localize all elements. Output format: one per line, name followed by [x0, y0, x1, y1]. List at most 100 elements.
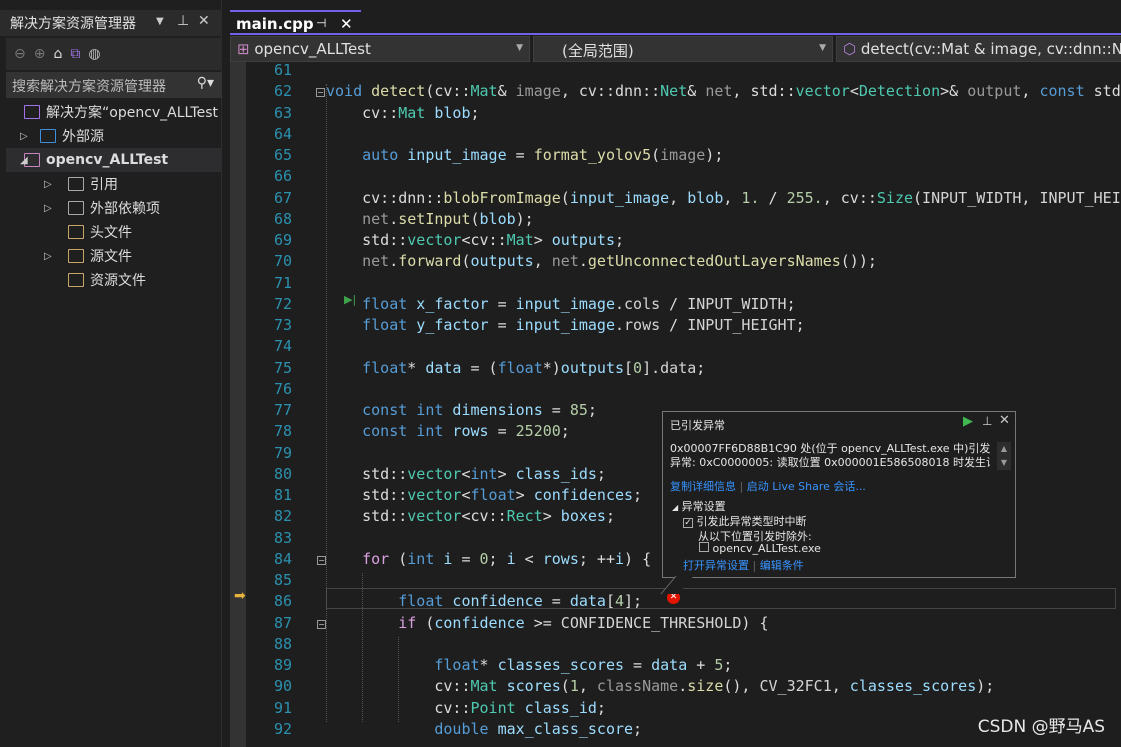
break-when-thrown-checkbox[interactable]: ✓ 引发此异常类型时中断 — [683, 513, 807, 529]
code-line[interactable]: std::vector<cv::Rect> boxes; — [362, 507, 615, 525]
code-line[interactable]: std::vector<cv::Mat> outputs; — [362, 231, 624, 249]
tree-item[interactable]: 资源文件 — [6, 268, 222, 292]
code-token: + — [687, 656, 715, 674]
code-token: className — [596, 677, 679, 696]
code-token: ( — [651, 146, 661, 164]
copy-details-link[interactable]: 复制详细信息 — [670, 480, 736, 493]
message-scrollbar[interactable]: ▲ ▼ — [997, 442, 1011, 470]
tab-main-cpp[interactable]: main.cpp ⊣ ✕ — [230, 10, 361, 35]
code-token: ( — [470, 209, 480, 228]
close-tab-icon[interactable]: ✕ — [340, 15, 353, 33]
code-line[interactable]: const int rows = 25200; — [362, 422, 570, 440]
code-line[interactable]: net.setInput(blob); — [362, 210, 534, 228]
collapse-toggle-icon[interactable]: − — [316, 88, 325, 98]
line-number: 81 — [273, 486, 292, 504]
code-line[interactable]: cv::Mat scores(1, className.size(), CV_3… — [434, 677, 994, 695]
collapse-toggle-icon[interactable]: − — [317, 619, 326, 629]
checkbox-checked-icon: ✓ — [683, 518, 693, 528]
close-icon[interactable]: ✕ — [198, 13, 210, 29]
switch-view-icon[interactable]: ⧉ — [70, 46, 80, 62]
tree-item[interactable]: ▷ 外部依赖项 — [6, 196, 222, 220]
edit-conditions-link[interactable]: 编辑条件 — [760, 559, 804, 572]
tree-item[interactable]: 头文件 — [6, 220, 222, 244]
code-token: float — [398, 592, 444, 611]
code-token: . — [578, 252, 588, 271]
code-token: input_image — [515, 294, 615, 313]
pin-icon[interactable]: ⊥ — [177, 13, 189, 29]
code-line[interactable]: for (int i = 0; i < rows; ++i) { — [362, 550, 651, 568]
code-token: class_id — [524, 698, 597, 717]
tree-item[interactable]: ▷ 源文件 — [6, 244, 222, 268]
code-line[interactable]: void detect(cv::Mat& image, cv::dnn::Net… — [326, 82, 1121, 100]
code-line[interactable]: float* data = (float*)outputs[0].data; — [362, 359, 705, 377]
line-number: 91 — [273, 698, 292, 717]
dropdown-icon[interactable]: ▼ — [156, 16, 164, 27]
tree-item-label: 外部依赖项 — [90, 201, 160, 217]
tree-item-label: opencv_ALLTest — [46, 152, 169, 168]
forward-icon[interactable]: ⊕ — [34, 46, 46, 62]
code-line[interactable]: float confidence = data[4]; — [398, 592, 642, 610]
code-token: , cv::dnn:: — [560, 82, 661, 101]
code-token: , — [578, 677, 597, 696]
code-editor[interactable]: ➡ ▶| 61 62 void detect(cv::Mat& image, cv:… — [230, 62, 1121, 747]
panel-title: 解决方案资源管理器 — [10, 16, 136, 32]
code-token: net — [705, 82, 733, 101]
pin-icon[interactable]: ⊣ — [316, 16, 326, 30]
live-share-link[interactable]: 启动 Live Share 会话... — [747, 480, 866, 493]
globe-icon[interactable]: ◍ — [88, 46, 100, 62]
scope-dropdown[interactable]: (全局范围) ▼ — [533, 36, 833, 62]
project-dropdown[interactable]: ⊞ opencv_ALLTest ▼ — [230, 36, 530, 62]
code-line[interactable]: const int dimensions = 85; — [362, 401, 597, 419]
code-token: <cv:: — [461, 231, 507, 249]
continue-icon[interactable]: ▶ — [963, 414, 973, 429]
tab-label: main.cpp — [236, 15, 314, 33]
search-icon[interactable]: ⚲▾ — [197, 75, 214, 91]
tree-item[interactable]: ▷ 外部源 — [6, 124, 222, 148]
code-line[interactable]: double max_class_score; — [434, 720, 642, 738]
code-token: , — [669, 188, 688, 207]
solution-explorer-title-bar: 解决方案资源管理器 ▼ ⊥ ✕ — [0, 10, 222, 36]
expander-icon[interactable]: ▷ — [20, 131, 28, 142]
exception-settings-section[interactable]: ◢ 异常设置 — [672, 498, 726, 514]
code-token: cv:: — [434, 677, 471, 696]
pin-icon[interactable]: ⊥ — [982, 414, 992, 428]
back-icon[interactable]: ⊖ — [14, 46, 26, 62]
close-icon[interactable]: ✕ — [999, 413, 1010, 428]
expander-icon[interactable]: ▷ — [44, 251, 52, 262]
expander-icon[interactable]: ▷ — [44, 179, 52, 190]
code-line[interactable]: float y_factor = input_image.rows / INPU… — [362, 316, 805, 334]
code-line[interactable]: cv::Mat blob; — [362, 104, 479, 122]
solution-search-input[interactable]: 搜索解决方案资源管理器 ⚲▾ — [6, 72, 222, 98]
code-line[interactable]: float x_factor = input_image.cols / INPU… — [362, 295, 796, 313]
expander-icon[interactable]: ◢ — [20, 155, 28, 166]
tree-item[interactable]: 解决方案“opencv_ALLTest — [6, 100, 222, 124]
except-module-checkbox[interactable]: opencv_ALLTest.exe — [699, 542, 821, 555]
code-token: ]; — [624, 592, 643, 611]
tree-item-icon — [68, 177, 84, 191]
expander-icon[interactable]: ▷ — [44, 203, 52, 214]
code-token: float — [362, 358, 408, 377]
open-exception-settings-link[interactable]: 打开异常设置 — [683, 559, 749, 572]
tree-item[interactable]: ▷ 引用 — [6, 172, 222, 196]
run-to-click-icon[interactable]: ▶| — [344, 293, 356, 306]
tree-item[interactable]: ◢ opencv_ALLTest — [6, 148, 222, 172]
code-line[interactable]: net.forward(outputs, net.getUnconnectedO… — [362, 252, 877, 270]
code-token: 85 — [569, 401, 588, 419]
current-statement-arrow-icon: ➡ — [234, 588, 246, 604]
code-line[interactable]: auto input_image = format_yolov5(image); — [362, 146, 723, 164]
collapse-toggle-icon[interactable]: − — [317, 555, 326, 565]
code-token: INPUT_WIDTH — [687, 294, 787, 313]
home-icon[interactable]: ⌂ — [53, 46, 62, 62]
code-line[interactable]: cv::Point class_id; — [434, 699, 606, 717]
code-line[interactable]: std::vector<int> class_ids; — [362, 465, 606, 483]
member-dropdown[interactable]: ⬡ detect(cv::Mat & image, cv::dnn::Net &… — [836, 36, 1121, 62]
code-line[interactable]: std::vector<float> confidences; — [362, 486, 642, 504]
code-line[interactable]: if (confidence >= CONFIDENCE_THRESHOLD) … — [398, 614, 768, 632]
code-line[interactable]: cv::dnn::blobFromImage(input_image, blob… — [362, 189, 1121, 207]
code-line[interactable]: float* classes_scores = data + 5; — [434, 656, 732, 674]
code-token: vector — [407, 486, 462, 504]
function-icon: ⬡ — [843, 40, 857, 58]
code-token: rows — [542, 549, 579, 568]
code-token: ; — [723, 656, 733, 674]
